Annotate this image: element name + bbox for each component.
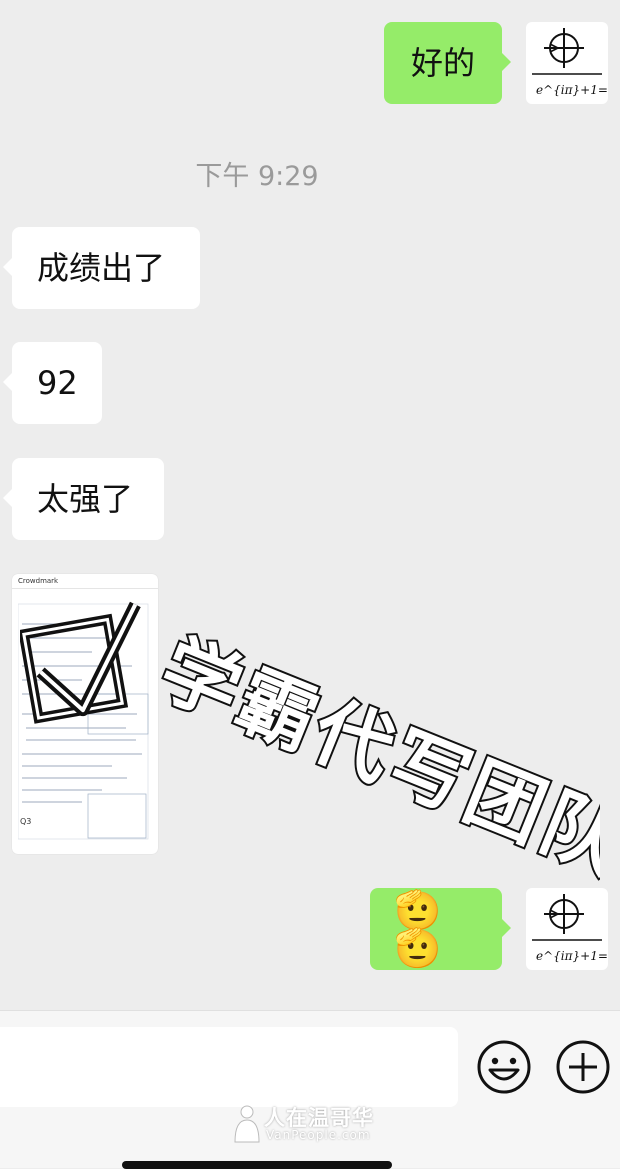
message-text: 🫡🫡 xyxy=(394,888,442,970)
message-input[interactable] xyxy=(0,1027,458,1107)
site-logo-url: VanPeople.com xyxy=(266,1128,371,1142)
message-bubble-received[interactable]: 太强了 xyxy=(3,458,164,540)
circle-target-avatar-icon: e^{iπ}+1=0 xyxy=(532,894,608,963)
message-bubble-received[interactable]: 成绩出了 xyxy=(3,227,200,309)
home-indicator[interactable] xyxy=(122,1161,392,1169)
plus-button[interactable] xyxy=(554,1038,612,1096)
circle-target-avatar-icon: e^{iπ}+1=0 xyxy=(532,28,608,97)
thumbnail-header: Crowdmark xyxy=(12,574,158,589)
avatar-caption: e^{iπ}+1=0 xyxy=(536,83,608,97)
site-logo: 人在温哥华 VanPeople.com xyxy=(232,1100,397,1148)
message-bubble-sent[interactable]: 好的 xyxy=(384,22,511,104)
thumbnail-handwriting: Q3 xyxy=(18,603,149,840)
avatar[interactable]: e^{iπ}+1=0 xyxy=(526,22,608,104)
message-text: 92 xyxy=(37,364,78,402)
emoji-icon xyxy=(477,1040,531,1094)
plus-icon xyxy=(556,1040,610,1094)
timestamp: 下午 9:29 xyxy=(195,161,319,192)
message-text: 好的 xyxy=(410,44,475,82)
thumbnail-app-name: Crowdmark xyxy=(18,577,59,585)
avatar[interactable]: e^{iπ}+1=0 xyxy=(526,888,608,970)
message-text: 太强了 xyxy=(37,480,134,518)
thumbnail-section-label: Q3 xyxy=(20,817,31,826)
avatar-caption: e^{iπ}+1=0 xyxy=(536,949,608,963)
message-bubble-received[interactable]: 92 xyxy=(3,342,102,424)
watermark-text: 学霸代写团队 xyxy=(148,624,600,885)
emoji-button[interactable] xyxy=(475,1038,533,1096)
message-text: 成绩出了 xyxy=(37,249,166,287)
message-bubble-sent[interactable]: 🫡🫡 xyxy=(370,888,511,970)
image-message-thumbnail[interactable]: Crowdmark Q3 xyxy=(12,574,158,854)
person-logo-icon xyxy=(234,1105,260,1143)
